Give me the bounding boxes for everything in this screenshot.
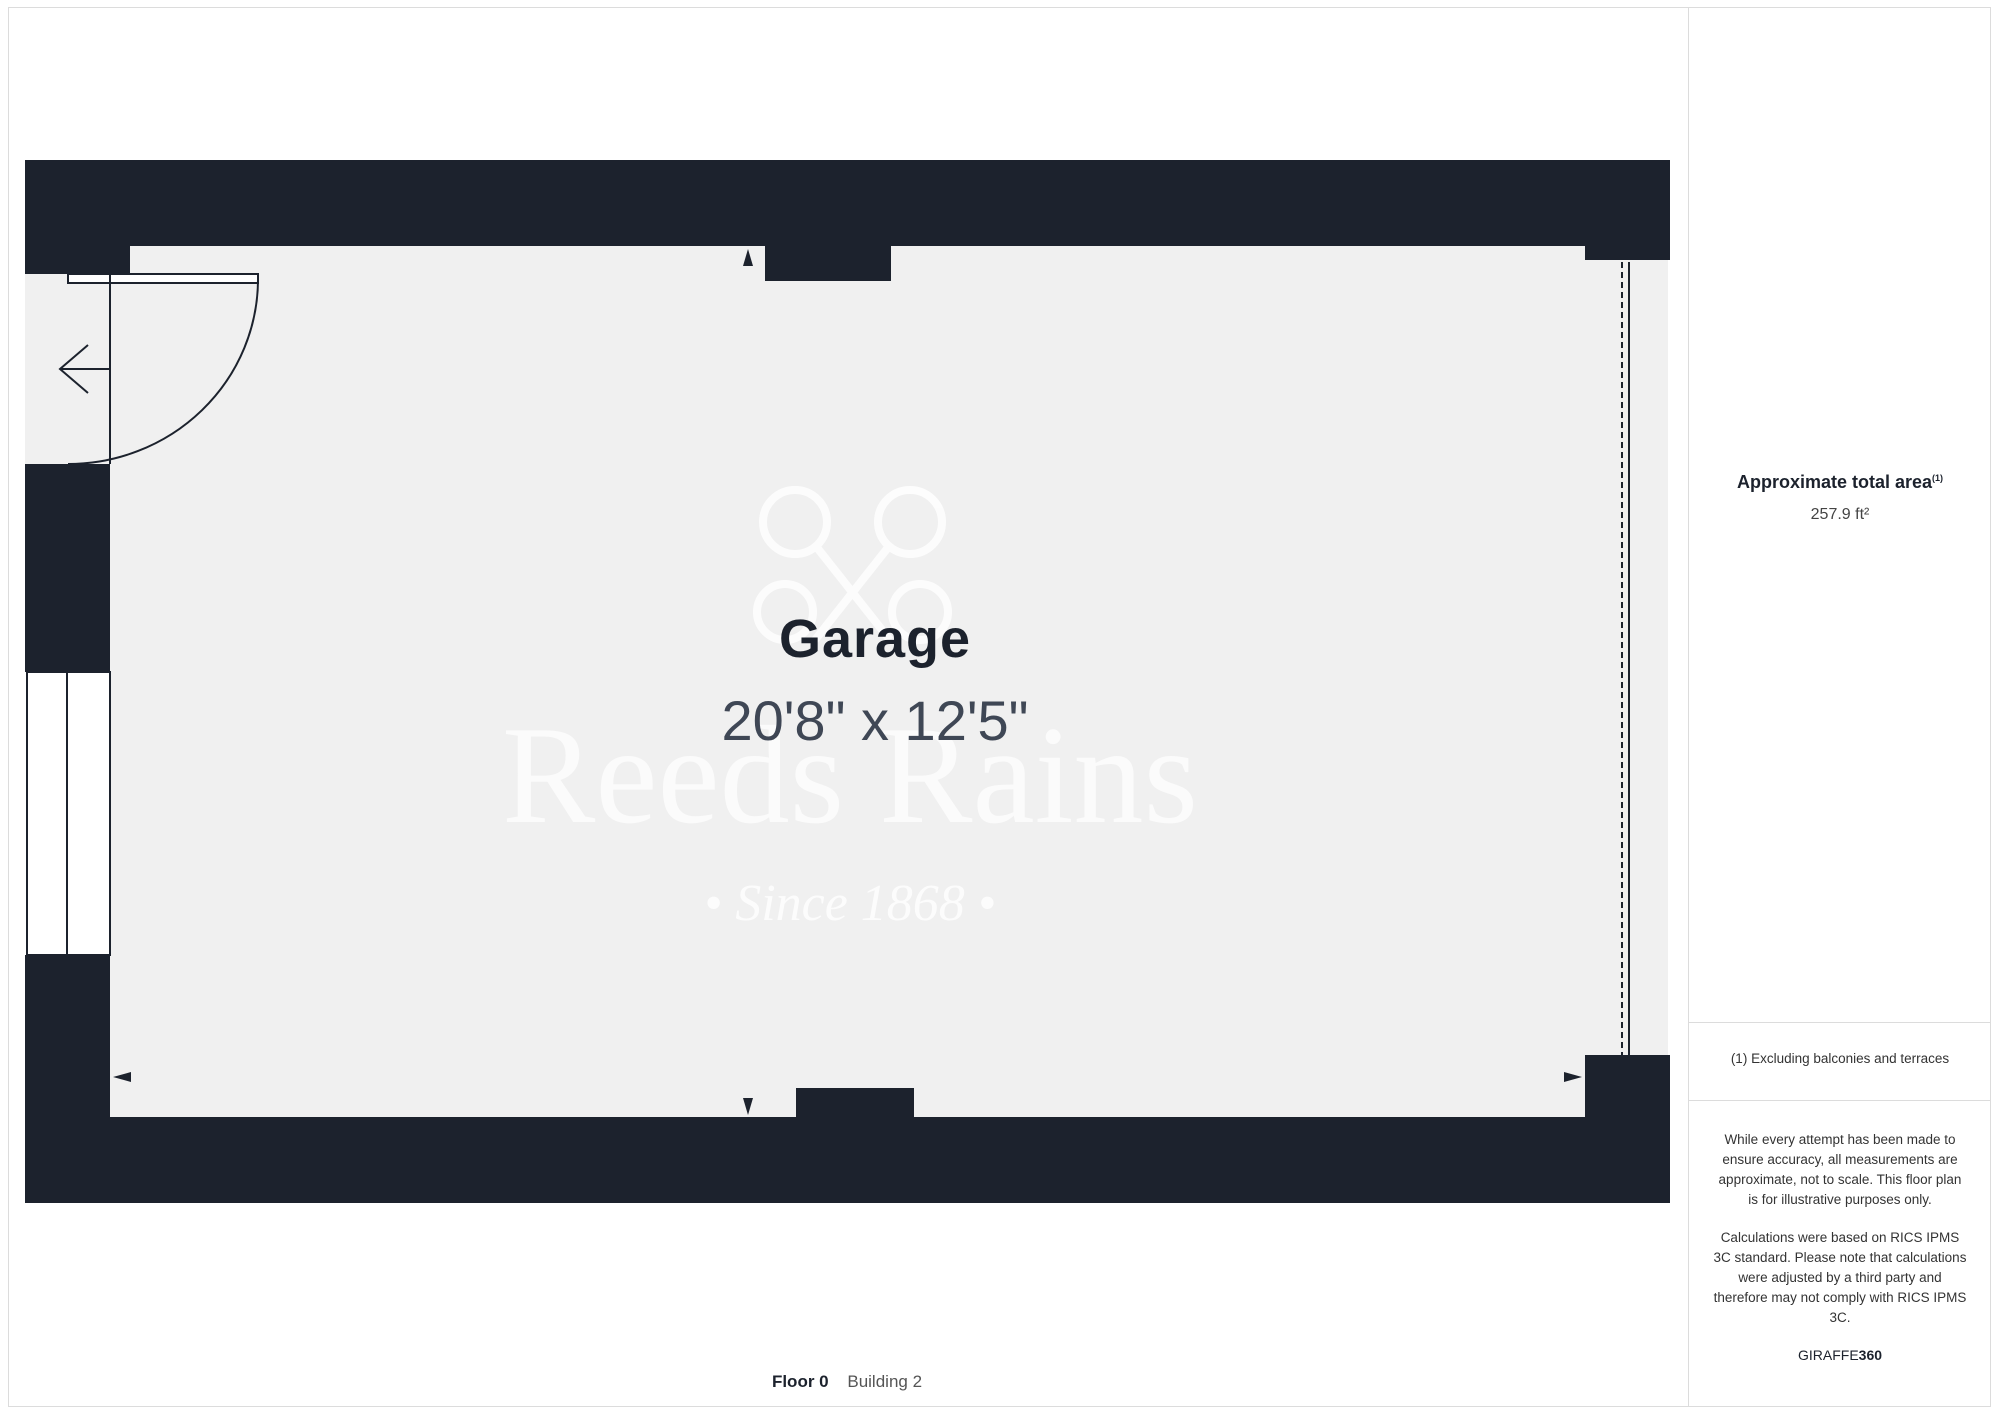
window-left bbox=[26, 671, 111, 956]
floor-label: Floor 0 Building 2 bbox=[0, 1372, 1694, 1392]
sidebar-divider-footnote bbox=[1688, 1022, 1991, 1023]
pillar-top bbox=[765, 245, 891, 281]
area-note-marker: (1) bbox=[1932, 473, 1944, 483]
area-title-text: Approximate total area bbox=[1736, 472, 1933, 492]
wall-left-top bbox=[25, 160, 130, 274]
area-footnote: (1) Excluding balconies and terraces bbox=[1730, 1051, 1950, 1066]
wall-right-bottom bbox=[1585, 1055, 1670, 1203]
garage-door bbox=[1590, 260, 1668, 1055]
watermark-since: • Since 1868 • bbox=[703, 875, 997, 932]
room-name: Garage bbox=[778, 609, 972, 669]
brand-logo: GIRAFFE360 bbox=[1689, 1347, 1991, 1363]
sidebar-divider-disclaimer bbox=[1688, 1100, 1991, 1101]
brand-suffix: 360 bbox=[1858, 1347, 1883, 1363]
disclaimer-accuracy: While every attempt has been made to ens… bbox=[1718, 1132, 1962, 1207]
brand-prefix: GIRAFFE bbox=[1797, 1347, 1859, 1363]
disclaimer-calculations: Calculations were based on RICS IPMS 3C … bbox=[1713, 1230, 1967, 1325]
room-dimensions: 20'8" x 12'5" bbox=[721, 689, 1029, 752]
building-label: Building 2 bbox=[847, 1372, 923, 1391]
garage-floor bbox=[110, 245, 1668, 1118]
wall-bottom bbox=[25, 1117, 1670, 1203]
pillar-bottom bbox=[796, 1088, 914, 1118]
area-value: 257.9 ft² bbox=[1810, 506, 1870, 523]
wall-left-bottom bbox=[25, 955, 110, 1203]
floor-number: Floor 0 bbox=[771, 1372, 829, 1391]
area-title: Approximate total area(1) bbox=[1689, 472, 1991, 493]
wall-right-top bbox=[1585, 160, 1670, 260]
wall-top bbox=[25, 160, 1670, 246]
wall-left-middle bbox=[25, 464, 110, 672]
